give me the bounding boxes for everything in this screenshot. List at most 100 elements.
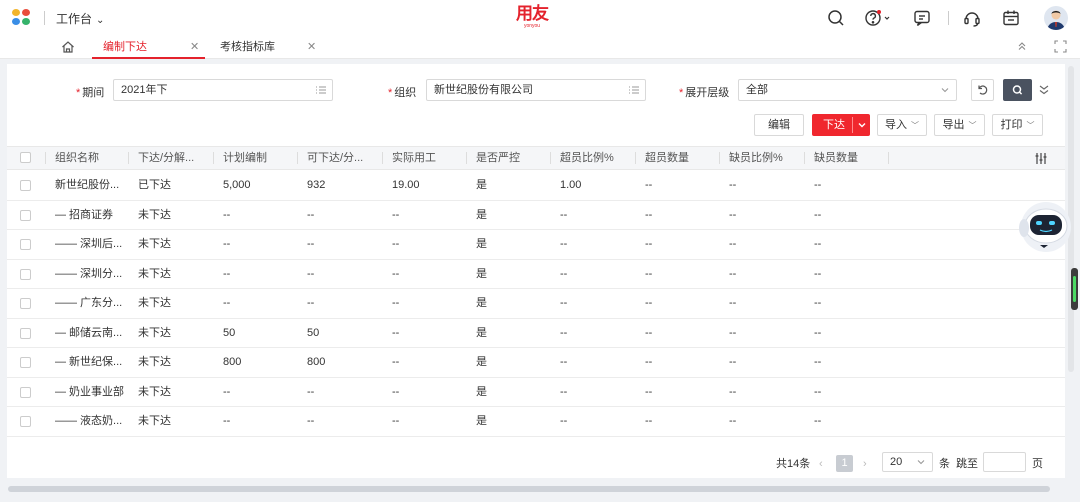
app-menu-icon[interactable] xyxy=(12,9,32,27)
table-cell[interactable]: — 邮储云南... xyxy=(55,319,122,348)
row-checkbox[interactable] xyxy=(20,357,31,368)
table-row[interactable]: — 招商证券 未下达 -- -- -- 是 -- -- -- -- xyxy=(7,201,1065,230)
workbench-menu[interactable]: 工作台 ⌄ xyxy=(56,10,104,27)
table-cell: -- xyxy=(392,297,400,309)
table-row[interactable]: 新世纪股份... 已下达 5,000 932 19.00 是 1.00 -- -- -- xyxy=(7,171,1065,201)
row-checkbox[interactable] xyxy=(20,416,31,427)
close-icon[interactable]: ✕ xyxy=(190,36,199,58)
table-cell: -- xyxy=(645,267,653,280)
prev-page-icon[interactable]: ‹ xyxy=(819,454,823,474)
column-settings-icon[interactable] xyxy=(1034,152,1048,165)
row-checkbox[interactable] xyxy=(20,239,31,250)
column-header[interactable]: 下达/分解... xyxy=(138,147,194,169)
table-cell: 是 xyxy=(476,179,487,191)
column-header[interactable]: 超员数量 xyxy=(645,147,689,169)
table-cell: -- xyxy=(645,238,653,250)
jump-page-input[interactable] xyxy=(983,452,1026,472)
page-size-unit: 条 xyxy=(939,458,950,470)
headset-icon[interactable] xyxy=(962,8,982,28)
print-button[interactable]: 打印 ﹀ xyxy=(992,114,1043,136)
page-current[interactable]: 1 xyxy=(836,455,853,472)
table-cell: -- xyxy=(392,415,400,427)
search-icon[interactable] xyxy=(826,8,846,28)
level-select[interactable]: 全部 xyxy=(738,79,957,101)
table-row[interactable]: — 新世纪保... 未下达 800 800 -- 是 -- -- -- -- xyxy=(7,348,1065,378)
table-cell: -- xyxy=(645,208,653,221)
table-cell: -- xyxy=(223,297,231,309)
workbench-label: 工作台 xyxy=(56,12,93,26)
table-row[interactable]: —— 液态奶... 未下达 -- -- -- 是 -- -- -- -- xyxy=(7,407,1065,437)
home-icon[interactable] xyxy=(60,39,76,55)
tab-kaohe-zhibiaoku[interactable]: 考核指标库 ✕ xyxy=(210,36,320,59)
assistant-robot-icon[interactable] xyxy=(1016,200,1072,254)
column-header[interactable]: 可下达/分... xyxy=(307,147,363,169)
close-icon[interactable]: ✕ xyxy=(307,36,316,58)
column-header[interactable]: 超员比例% xyxy=(560,147,614,169)
reset-button[interactable] xyxy=(971,79,994,101)
period-field[interactable]: 2021年下 xyxy=(113,79,333,101)
table-cell[interactable]: — 招商证券 xyxy=(55,201,113,230)
row-checkbox[interactable] xyxy=(20,268,31,280)
column-header[interactable]: 计划编制 xyxy=(223,147,267,169)
list-icon xyxy=(629,86,639,94)
level-value: 全部 xyxy=(746,84,768,96)
fullscreen-icon[interactable] xyxy=(1054,40,1067,53)
row-checkbox[interactable] xyxy=(20,386,31,398)
chevron-down-icon[interactable] xyxy=(856,119,868,131)
table-cell: -- xyxy=(307,297,315,309)
table-row[interactable]: —— 深圳分... 未下达 -- -- -- 是 -- -- -- -- xyxy=(7,260,1065,289)
column-header[interactable]: 缺员比例% xyxy=(729,147,783,169)
search-button[interactable] xyxy=(1003,79,1032,101)
column-header[interactable]: 缺员数量 xyxy=(814,147,858,169)
table-cell: -- xyxy=(223,238,231,250)
message-icon[interactable] xyxy=(912,8,932,28)
page-size-select[interactable]: 20 xyxy=(882,452,933,472)
table-cell: -- xyxy=(729,385,737,398)
table-row[interactable]: —— 深圳后... 未下达 -- -- -- 是 -- -- -- -- xyxy=(7,230,1065,260)
chevron-up-double-icon[interactable] xyxy=(1016,40,1028,52)
table-cell[interactable]: —— 深圳后... xyxy=(55,230,122,259)
table-cell[interactable]: —— 广东分... xyxy=(55,289,122,318)
table-cell[interactable]: —— 深圳分... xyxy=(55,260,122,289)
row-checkbox[interactable] xyxy=(20,209,31,221)
next-page-icon[interactable]: › xyxy=(863,454,867,474)
table-cell: -- xyxy=(814,267,822,280)
table-row[interactable]: — 奶业事业部 未下达 -- -- -- 是 -- -- -- -- xyxy=(7,378,1065,407)
table-cell[interactable]: 新世纪股份... xyxy=(55,171,119,200)
scroll-thumb[interactable] xyxy=(1071,268,1078,310)
chevron-down-icon: ﹀ xyxy=(1026,121,1035,130)
table-cell: -- xyxy=(729,179,737,191)
column-header[interactable]: 实际用工 xyxy=(392,147,436,169)
calendar-icon[interactable] xyxy=(1001,8,1021,28)
list-icon xyxy=(316,86,326,94)
horizontal-scrollbar[interactable] xyxy=(8,486,1050,492)
row-checkbox[interactable] xyxy=(20,327,31,339)
row-checkbox[interactable] xyxy=(20,298,31,309)
row-checkbox[interactable] xyxy=(20,180,31,191)
column-header[interactable]: 组织名称 xyxy=(55,147,99,169)
table-header: 组织名称 下达/分解... 计划编制 可下达/分... 实际用工 是否严控 超员… xyxy=(7,146,1065,170)
table-cell[interactable]: —— 液态奶... xyxy=(55,407,122,436)
help-icon[interactable] xyxy=(864,8,892,28)
table-cell: -- xyxy=(307,208,315,221)
table-cell: -- xyxy=(645,326,653,339)
table-row[interactable]: —— 广东分... 未下达 -- -- -- 是 -- -- -- -- xyxy=(7,289,1065,319)
issue-button[interactable]: 下达 xyxy=(812,114,870,136)
table-row[interactable]: — 邮储云南... 未下达 50 50 -- 是 -- -- -- -- xyxy=(7,319,1065,348)
table-cell: -- xyxy=(392,326,400,339)
chevron-down-double-icon[interactable] xyxy=(1038,83,1050,97)
page-size-value: 20 xyxy=(890,456,903,468)
import-button[interactable]: 导入 ﹀ xyxy=(877,114,927,136)
avatar[interactable] xyxy=(1044,6,1068,30)
table-cell[interactable]: — 奶业事业部 xyxy=(55,378,124,407)
edit-button[interactable]: 编辑 xyxy=(754,114,804,136)
table-cell[interactable]: — 新世纪保... xyxy=(55,348,122,377)
column-header[interactable]: 是否严控 xyxy=(476,147,520,169)
org-field[interactable]: 新世纪股份有限公司 xyxy=(426,79,646,101)
tab-bianzhi-xiada[interactable]: 编制下达 ✕ xyxy=(92,36,205,59)
table-cell: -- xyxy=(560,297,568,309)
export-button[interactable]: 导出 ﹀ xyxy=(934,114,985,136)
select-all-checkbox[interactable] xyxy=(20,152,31,163)
table-cell: -- xyxy=(307,415,315,427)
table-cell: -- xyxy=(560,385,568,398)
